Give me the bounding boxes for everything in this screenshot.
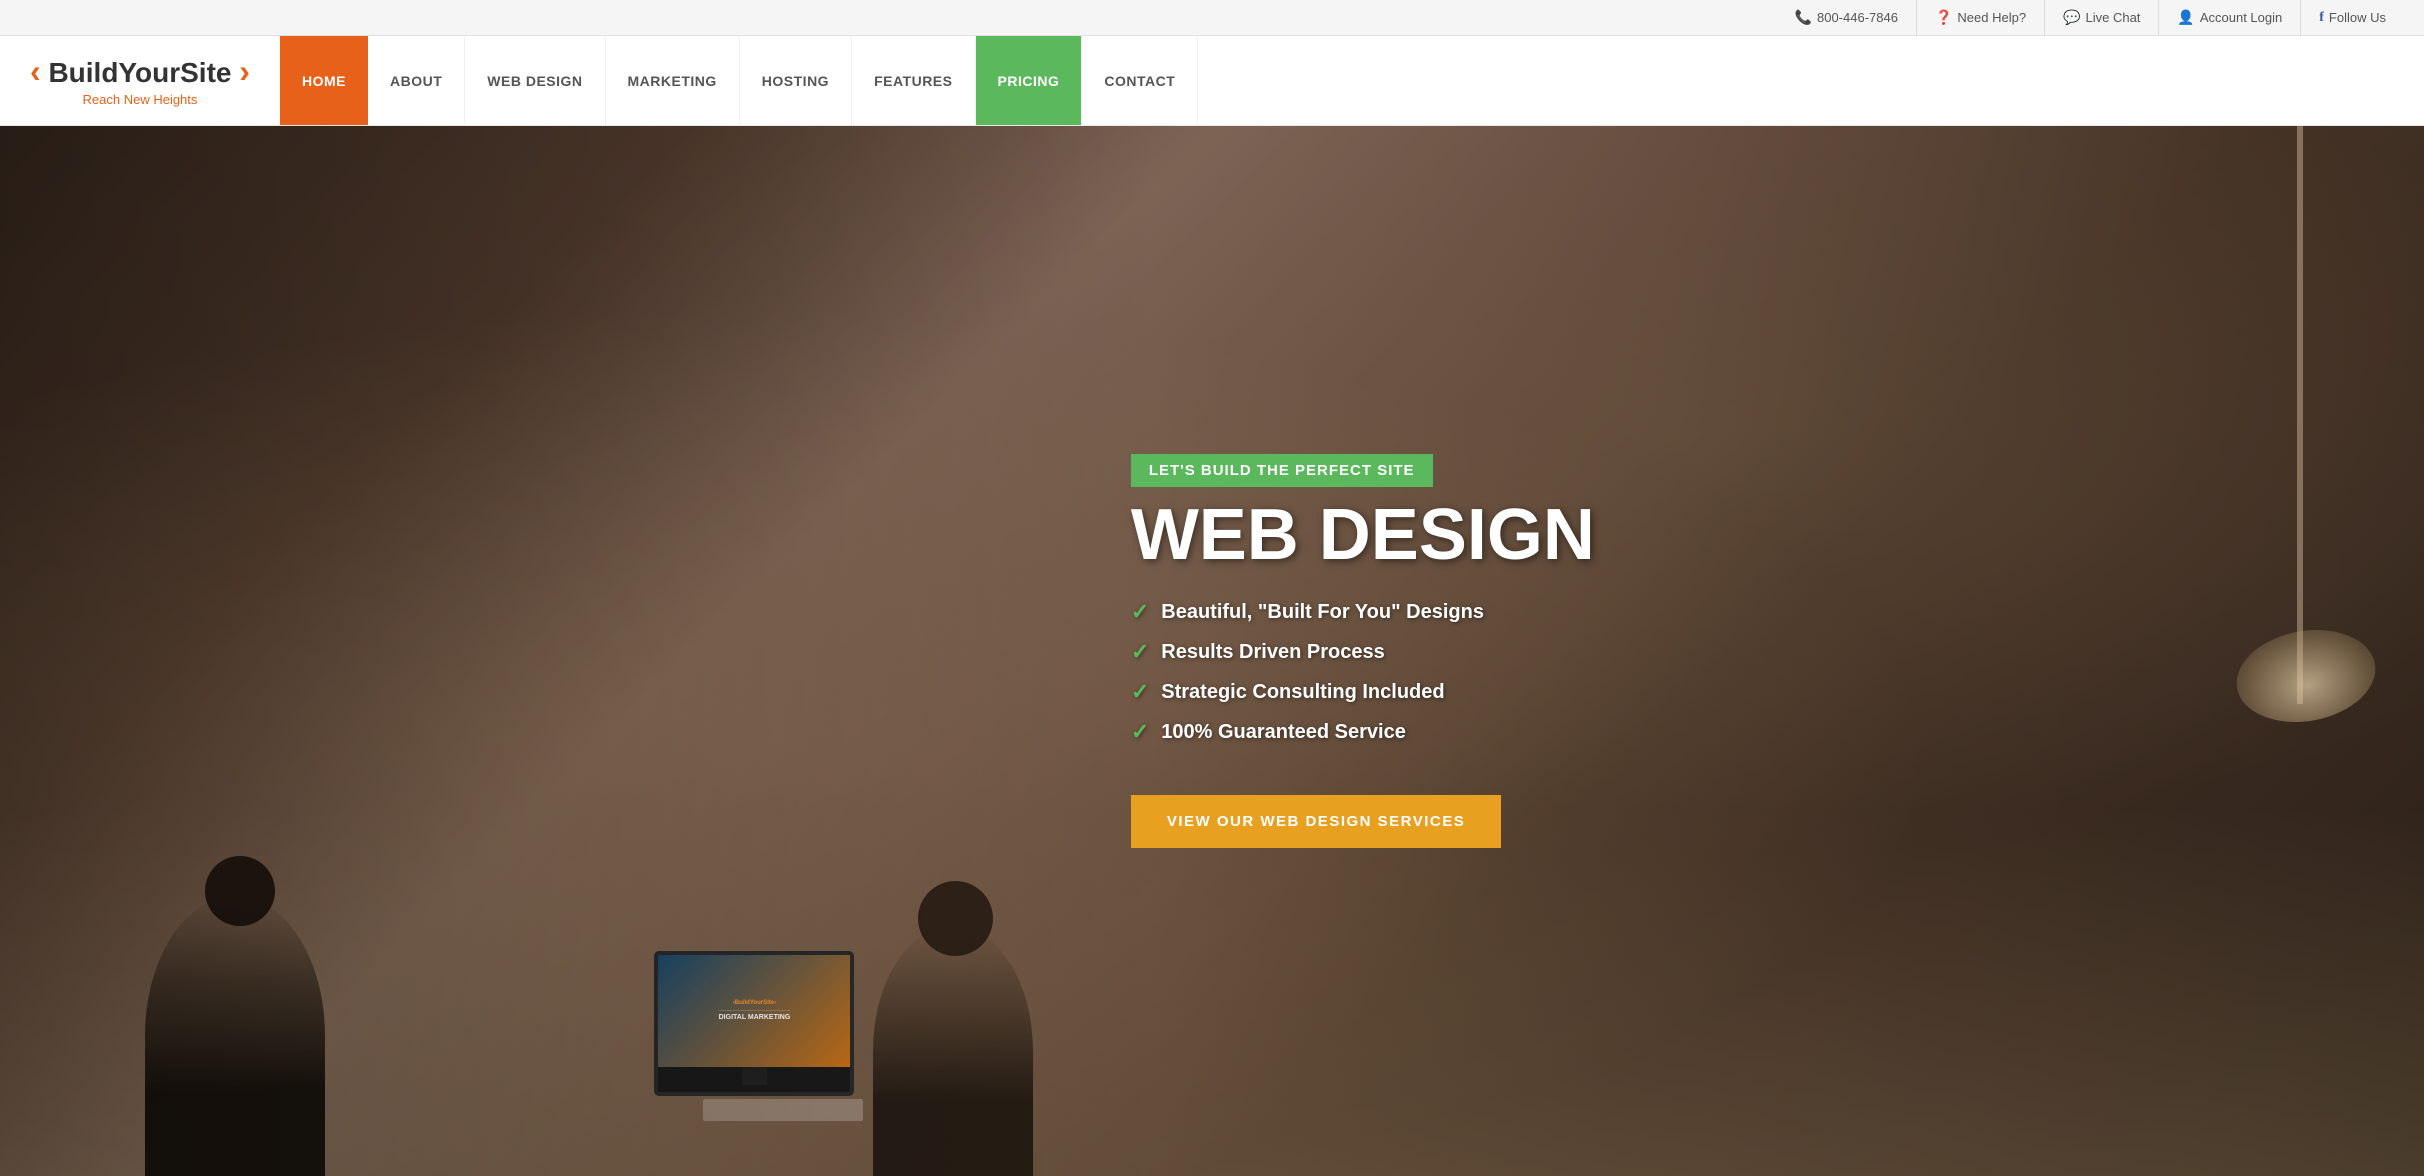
nav-contact[interactable]: CONTACT — [1082, 36, 1198, 125]
account-icon: 👤 — [2177, 9, 2194, 26]
nav-about[interactable]: ABOUT — [368, 36, 465, 125]
nav-features[interactable]: FEATURES — [852, 36, 975, 125]
chat-icon: 💬 — [2063, 9, 2080, 26]
check-icon-3: ✓ — [1131, 679, 1149, 705]
nav-hosting[interactable]: HOSTING — [740, 36, 852, 125]
logo-tagline: Reach New Heights — [30, 92, 250, 107]
hero-feature-3: ✓ Strategic Consulting Included — [1131, 679, 2344, 705]
hero-feature-1: ✓ Beautiful, "Built For You" Designs — [1131, 599, 2344, 625]
logo-text: ‹ BuildYourSite › — [30, 54, 250, 89]
check-icon-1: ✓ — [1131, 599, 1149, 625]
phone-number: 800-446-7846 — [1817, 10, 1898, 25]
help-item[interactable]: ❓ Need Help? — [1916, 0, 2044, 35]
logo-area[interactable]: ‹ BuildYourSite › Reach New Heights — [0, 36, 280, 125]
phone-item[interactable]: 📞 800-446-7846 — [1777, 0, 1916, 35]
header: ‹ BuildYourSite › Reach New Heights HOME… — [0, 36, 2424, 126]
main-nav: HOME ABOUT WEB DESIGN MARKETING HOSTING … — [280, 36, 2424, 125]
check-icon-4: ✓ — [1131, 719, 1149, 745]
nav-pricing[interactable]: PRICING — [976, 36, 1083, 125]
follow-label: Follow Us — [2329, 10, 2386, 25]
account-label: Account Login — [2200, 10, 2282, 25]
hero-content: LET'S BUILD THE PERFECT SITE WEB DESIGN … — [1091, 126, 2424, 1176]
nav-marketing[interactable]: MARKETING — [606, 36, 740, 125]
hero-tag: LET'S BUILD THE PERFECT SITE — [1131, 454, 1433, 487]
livechat-item[interactable]: 💬 Live Chat — [2044, 0, 2158, 35]
phone-icon: 📞 — [1795, 9, 1812, 26]
hero-feature-4: ✓ 100% Guaranteed Service — [1131, 719, 2344, 745]
hero-title: WEB DESIGN — [1131, 499, 2344, 571]
logo-name: BuildYourSite — [48, 57, 231, 88]
account-item[interactable]: 👤 Account Login — [2158, 0, 2300, 35]
facebook-icon: f — [2319, 10, 2324, 26]
check-icon-2: ✓ — [1131, 639, 1149, 665]
hero-features-list: ✓ Beautiful, "Built For You" Designs ✓ R… — [1131, 599, 2344, 759]
logo-bracket-right: › — [239, 53, 250, 89]
hero-left-overlay — [0, 126, 1164, 1176]
hero-cta-button[interactable]: VIEW OUR WEB DESIGN SERVICES — [1131, 795, 1501, 848]
top-bar: 📞 800-446-7846 ❓ Need Help? 💬 Live Chat … — [0, 0, 2424, 36]
help-icon: ❓ — [1935, 9, 1952, 26]
help-label: Need Help? — [1957, 10, 2026, 25]
follow-item[interactable]: f Follow Us — [2300, 0, 2404, 35]
hero-section: ‹BuildYourSite› DIGITAL MARKETING LET'S … — [0, 126, 2424, 1176]
hero-feature-2: ✓ Results Driven Process — [1131, 639, 2344, 665]
nav-web-design[interactable]: WEB DESIGN — [465, 36, 605, 125]
livechat-label: Live Chat — [2085, 10, 2140, 25]
nav-home[interactable]: HOME — [280, 36, 368, 125]
logo-bracket-left: ‹ — [30, 53, 41, 89]
